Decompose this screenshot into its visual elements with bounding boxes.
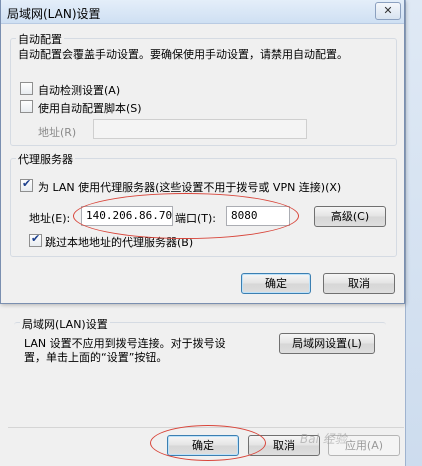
close-button[interactable]: ✕	[375, 2, 401, 20]
proxy-address-label: 地址(E):	[29, 212, 71, 225]
auto-detect-checkbox[interactable]	[20, 82, 33, 95]
lan-settings-description-line2: 置，单击上面的“设置”按钮。	[24, 351, 168, 364]
lan-settings-group-label: 局域网(LAN)设置	[20, 316, 110, 332]
use-proxy-label[interactable]: 为 LAN 使用代理服务器(这些设置不用于拨号或 VPN 连接)(X)	[38, 179, 341, 195]
proxy-server-group-label: 代理服务器	[16, 151, 75, 167]
dialog-titlebar[interactable]: 局域网(LAN)设置 ✕	[1, 0, 404, 24]
bypass-local-label[interactable]: 跳过本地地址的代理服务器(B)	[45, 234, 193, 250]
lan-settings-dialog: 局域网(LAN)设置 ✕ 自动配置 自动配置会覆盖手动设置。要确保使用手动设置，…	[0, 0, 405, 304]
advanced-button[interactable]: 高级(C)	[314, 206, 386, 227]
parent-ok-button[interactable]: 确定	[167, 435, 239, 456]
proxy-port-input[interactable]: 8080	[226, 206, 290, 226]
auto-config-description: 自动配置会覆盖手动设置。要确保使用手动设置，请禁用自动配置。	[18, 48, 348, 61]
proxy-port-label: 端口(T):	[175, 212, 217, 225]
auto-detect-label[interactable]: 自动检测设置(A)	[38, 82, 120, 98]
lan-settings-button[interactable]: 局域网设置(L)	[279, 333, 375, 354]
parent-footer-separator	[8, 427, 404, 428]
use-proxy-checkbox[interactable]	[20, 177, 33, 192]
use-auto-config-script-checkbox[interactable]	[20, 100, 33, 113]
window-frame-edge	[405, 0, 422, 466]
watermark: Bai 经验	[300, 432, 347, 446]
use-auto-config-script-label[interactable]: 使用自动配置脚本(S)	[38, 100, 142, 116]
script-address-input[interactable]	[93, 119, 307, 139]
auto-config-group-label: 自动配置	[16, 31, 64, 47]
dialog-title: 局域网(LAN)设置	[7, 7, 101, 21]
script-address-label: 地址(R)	[38, 126, 77, 139]
proxy-address-input[interactable]: 140.206.86.70	[81, 206, 173, 226]
lan-cancel-button[interactable]: 取消	[323, 273, 395, 294]
bypass-local-checkbox[interactable]	[29, 232, 42, 247]
lan-ok-button[interactable]: 确定	[241, 273, 311, 294]
